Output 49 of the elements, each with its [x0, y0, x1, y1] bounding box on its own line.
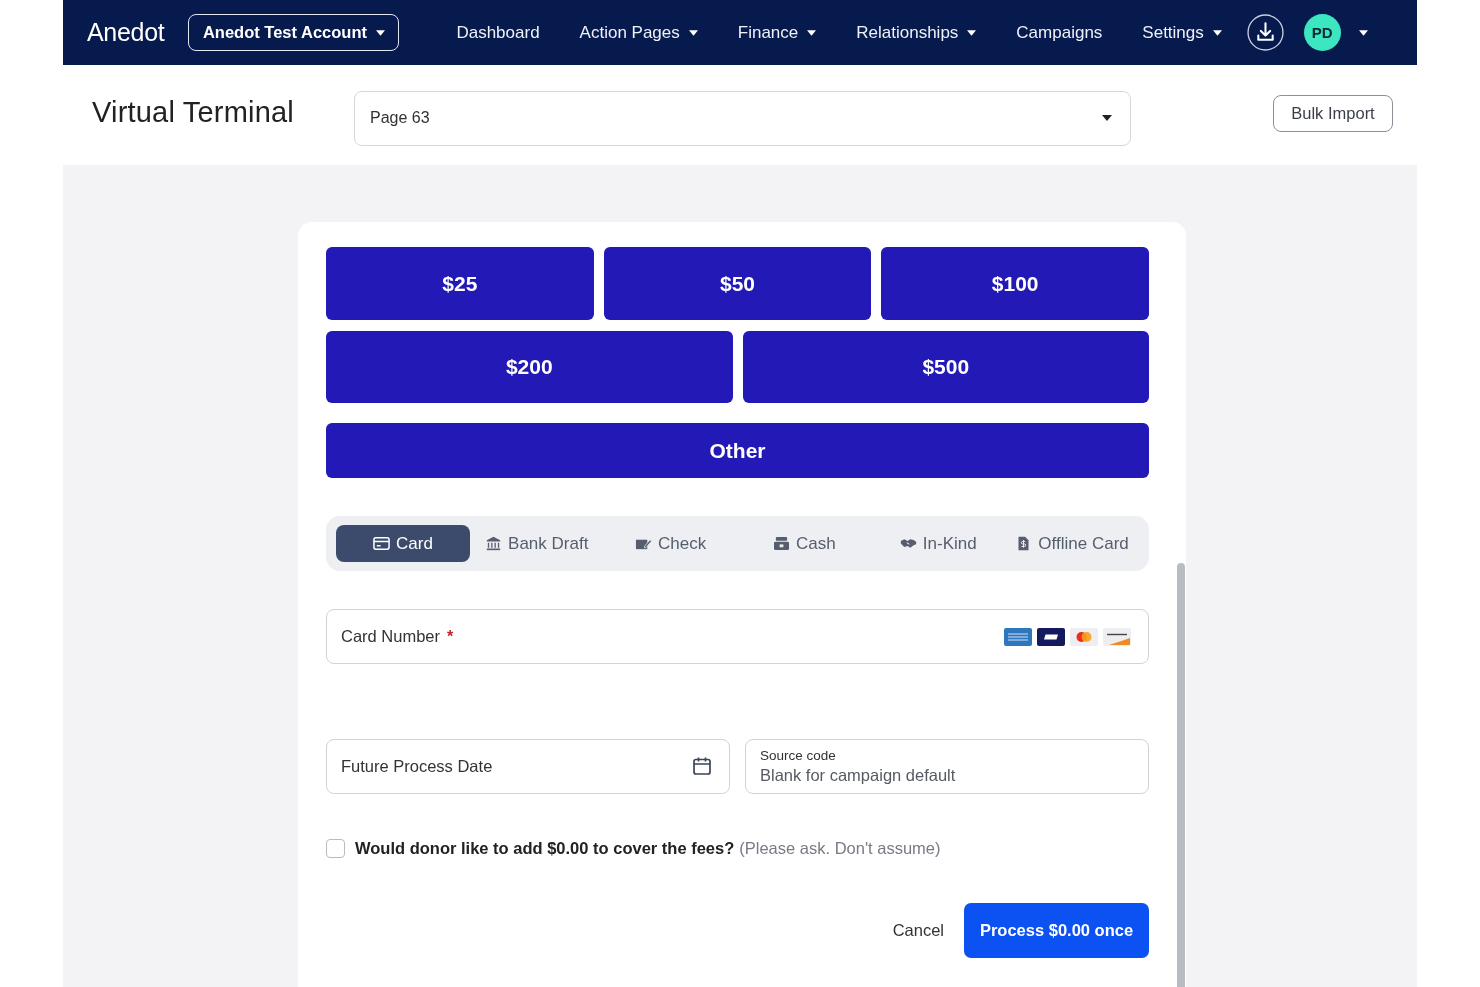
account-dropdown[interactable]: Anedot Test Account: [188, 14, 400, 51]
card-logo-icon: [1037, 627, 1065, 646]
payment-tab[interactable]: Card: [336, 525, 470, 562]
card-logo-icon: [1004, 627, 1032, 646]
logo-text[interactable]: Anedot: [87, 18, 165, 47]
required-mark: *: [447, 627, 454, 646]
amount-button[interactable]: $25: [326, 247, 594, 320]
fee-note: (Please ask. Don't assume): [739, 839, 941, 858]
nav-link[interactable]: Relationships: [856, 22, 977, 43]
field-label: Card Number: [341, 627, 441, 646]
payment-tab[interactable]: Check: [603, 525, 738, 562]
field-label: Source code: [760, 748, 836, 763]
nav-link[interactable]: Finance: [737, 22, 817, 43]
caret-icon[interactable]: [1358, 29, 1368, 36]
nav-link[interactable]: Settings: [1142, 22, 1222, 43]
page-title: Virtual Terminal: [92, 95, 295, 129]
handshake-icon: [899, 536, 917, 551]
cash-register-icon: [773, 536, 791, 551]
payment-tab[interactable]: Bank Draft: [469, 525, 604, 562]
scrollbar-thumb[interactable]: [1177, 563, 1185, 987]
caret-icon: [1102, 115, 1112, 121]
amount-button[interactable]: $200: [326, 331, 733, 403]
date-field[interactable]: Future Process Date: [326, 739, 730, 794]
amount-button[interactable]: $50: [603, 247, 872, 320]
amount-button[interactable]: Other: [326, 423, 1149, 478]
fee-question: Would donor like to add $0.00 to cover the fees?: [355, 839, 735, 858]
bulk-import-button[interactable]: Bulk Import: [1273, 94, 1393, 132]
cancel-button[interactable]: Cancel: [892, 921, 944, 940]
caret-icon: [376, 29, 385, 36]
card-number-field[interactable]: Card Number *: [326, 609, 1149, 664]
payment-tab[interactable]: Cash: [737, 525, 872, 562]
nav-link[interactable]: Action Pages: [579, 22, 698, 43]
checkbox[interactable]: [326, 839, 345, 858]
process-button[interactable]: Process $0.00 once: [964, 903, 1149, 958]
user-avatar[interactable]: PD: [1303, 14, 1341, 51]
credit-card-icon: [373, 536, 390, 551]
card-logo-icon: [1103, 627, 1131, 646]
calendar-icon: [692, 756, 712, 776]
amount-button[interactable]: $100: [881, 247, 1149, 320]
payment-tab[interactable]: In-Kind: [871, 525, 1006, 562]
page-select[interactable]: Page 63: [354, 90, 1131, 146]
nav-link[interactable]: Campaigns: [1016, 22, 1103, 43]
nav-link[interactable]: Dashboard: [456, 22, 540, 43]
payment-tab[interactable]: Offline Card: [1005, 525, 1139, 562]
card-logo-icon: [1070, 627, 1098, 646]
cheque-icon: [634, 536, 652, 551]
bank-icon: [485, 536, 503, 551]
amount-button[interactable]: $500: [742, 331, 1149, 403]
download-icon[interactable]: [1246, 14, 1284, 51]
